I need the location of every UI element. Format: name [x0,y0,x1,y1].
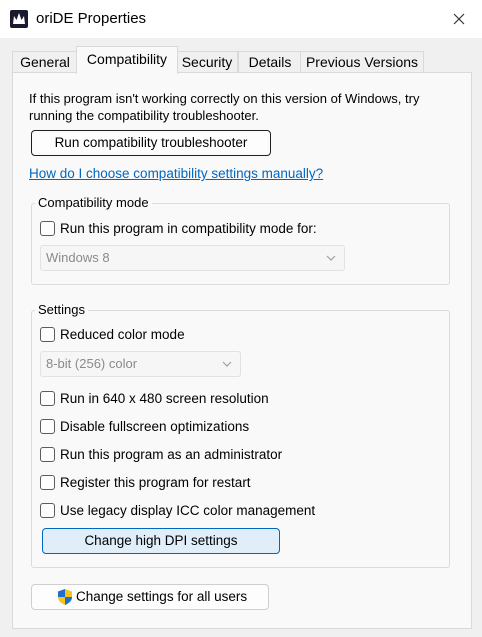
compat-mode-checkbox-row[interactable]: Run this program in compatibility mode f… [40,219,317,237]
restart-checkbox[interactable] [40,474,55,490]
restart-label: Register this program for restart [60,474,251,490]
window-title: oriDE Properties [36,10,147,27]
close-icon [453,13,465,25]
title-bar: oriDE Properties [0,0,482,38]
icc-checkbox-row[interactable]: Use legacy display ICC color management [40,501,315,519]
admin-label: Run this program as an administrator [60,446,283,462]
compatibility-mode-label: Compatibility mode [35,195,152,210]
change-all-users-label: Change settings for all users [76,589,248,604]
fullscreen-checkbox-row[interactable]: Disable fullscreen optimizations [40,417,249,435]
os-version-select: Windows 8 [40,245,345,271]
close-button[interactable] [436,0,482,38]
tab-strip: General Compatibility Security Details P… [12,46,472,74]
res-640-checkbox[interactable] [40,390,55,406]
tab-general[interactable]: General [12,51,78,73]
color-depth-value: 8-bit (256) color [46,356,138,371]
tab-previous-versions[interactable]: Previous Versions [300,51,424,73]
help-link[interactable]: How do I choose compatibility settings m… [29,166,323,181]
uac-shield-icon [58,589,72,605]
tab-security[interactable]: Security [176,51,238,73]
run-troubleshooter-button[interactable]: Run compatibility troubleshooter [31,130,271,156]
reduced-color-label: Reduced color mode [60,326,185,342]
restart-checkbox-row[interactable]: Register this program for restart [40,473,251,491]
reduced-color-checkbox-row[interactable]: Reduced color mode [40,325,185,343]
settings-label: Settings [35,302,88,317]
res-640-checkbox-row[interactable]: Run in 640 x 480 screen resolution [40,389,269,407]
color-depth-select: 8-bit (256) color [40,351,241,377]
icc-checkbox[interactable] [40,502,55,518]
compat-mode-checkbox[interactable] [40,220,55,236]
intro-text: If this program isn't working correctly … [29,91,420,123]
compatibility-mode-group [31,203,450,285]
change-all-users-button[interactable]: Change settings for all users [31,584,269,610]
icc-label: Use legacy display ICC color management [60,502,316,518]
chevron-down-icon [222,361,232,367]
app-logo-icon [10,10,28,28]
tab-compatibility[interactable]: Compatibility [76,46,178,74]
compat-mode-checkbox-label: Run this program in compatibility mode f… [60,220,317,236]
res-640-label: Run in 640 x 480 screen resolution [60,390,269,406]
tab-details[interactable]: Details [238,51,302,73]
fullscreen-checkbox[interactable] [40,418,55,434]
reduced-color-checkbox[interactable] [40,326,55,342]
chevron-down-icon [326,255,336,261]
admin-checkbox[interactable] [40,446,55,462]
os-version-value: Windows 8 [46,250,110,265]
fullscreen-label: Disable fullscreen optimizations [60,418,250,434]
admin-checkbox-row[interactable]: Run this program as an administrator [40,445,282,463]
change-dpi-button[interactable]: Change high DPI settings [42,528,280,554]
